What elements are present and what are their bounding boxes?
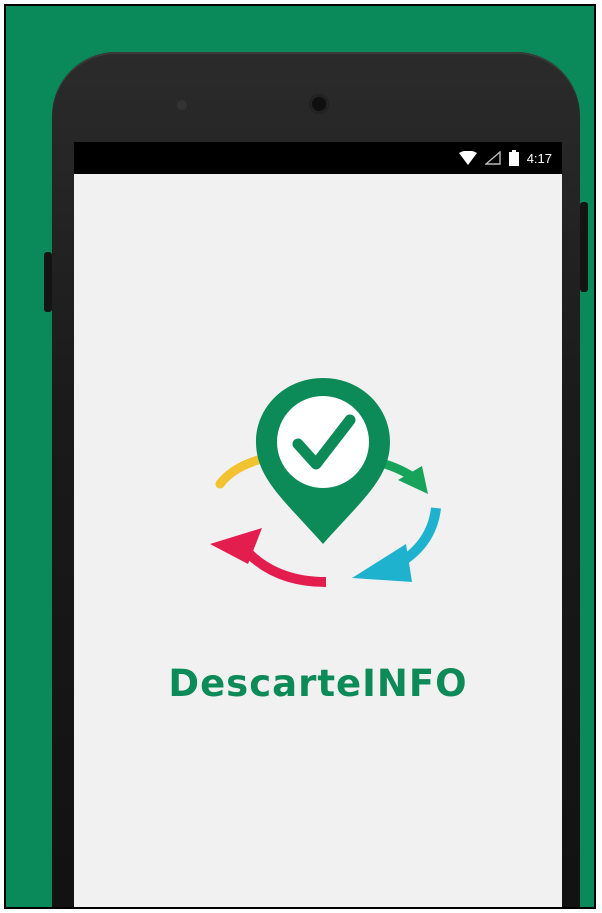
screenshot-frame: 4:17 DescarteINFO: [4, 4, 596, 909]
app-screen: 4:17 DescarteINFO: [74, 142, 562, 907]
red-arrow: [238, 542, 327, 587]
phone-side-button: [44, 252, 52, 312]
location-pin-check-recycle-icon: [210, 378, 441, 587]
pin-inner-circle: [277, 396, 369, 488]
front-camera: [309, 94, 329, 114]
battery-icon: [508, 150, 519, 166]
signal-icon: [484, 151, 501, 165]
phone-mockup: 4:17 DescarteINFO: [44, 52, 588, 907]
wifi-icon: [458, 151, 477, 165]
status-bar: 4:17: [74, 142, 562, 174]
app-name: DescarteINFO: [168, 662, 468, 705]
status-time: 4:17: [526, 150, 552, 166]
phone-side-button: [580, 202, 588, 292]
phone-sensor: [177, 100, 187, 110]
blue-arrowhead: [352, 544, 412, 582]
status-icons: 4:17: [458, 142, 552, 174]
yellow-arrow: [215, 455, 263, 489]
